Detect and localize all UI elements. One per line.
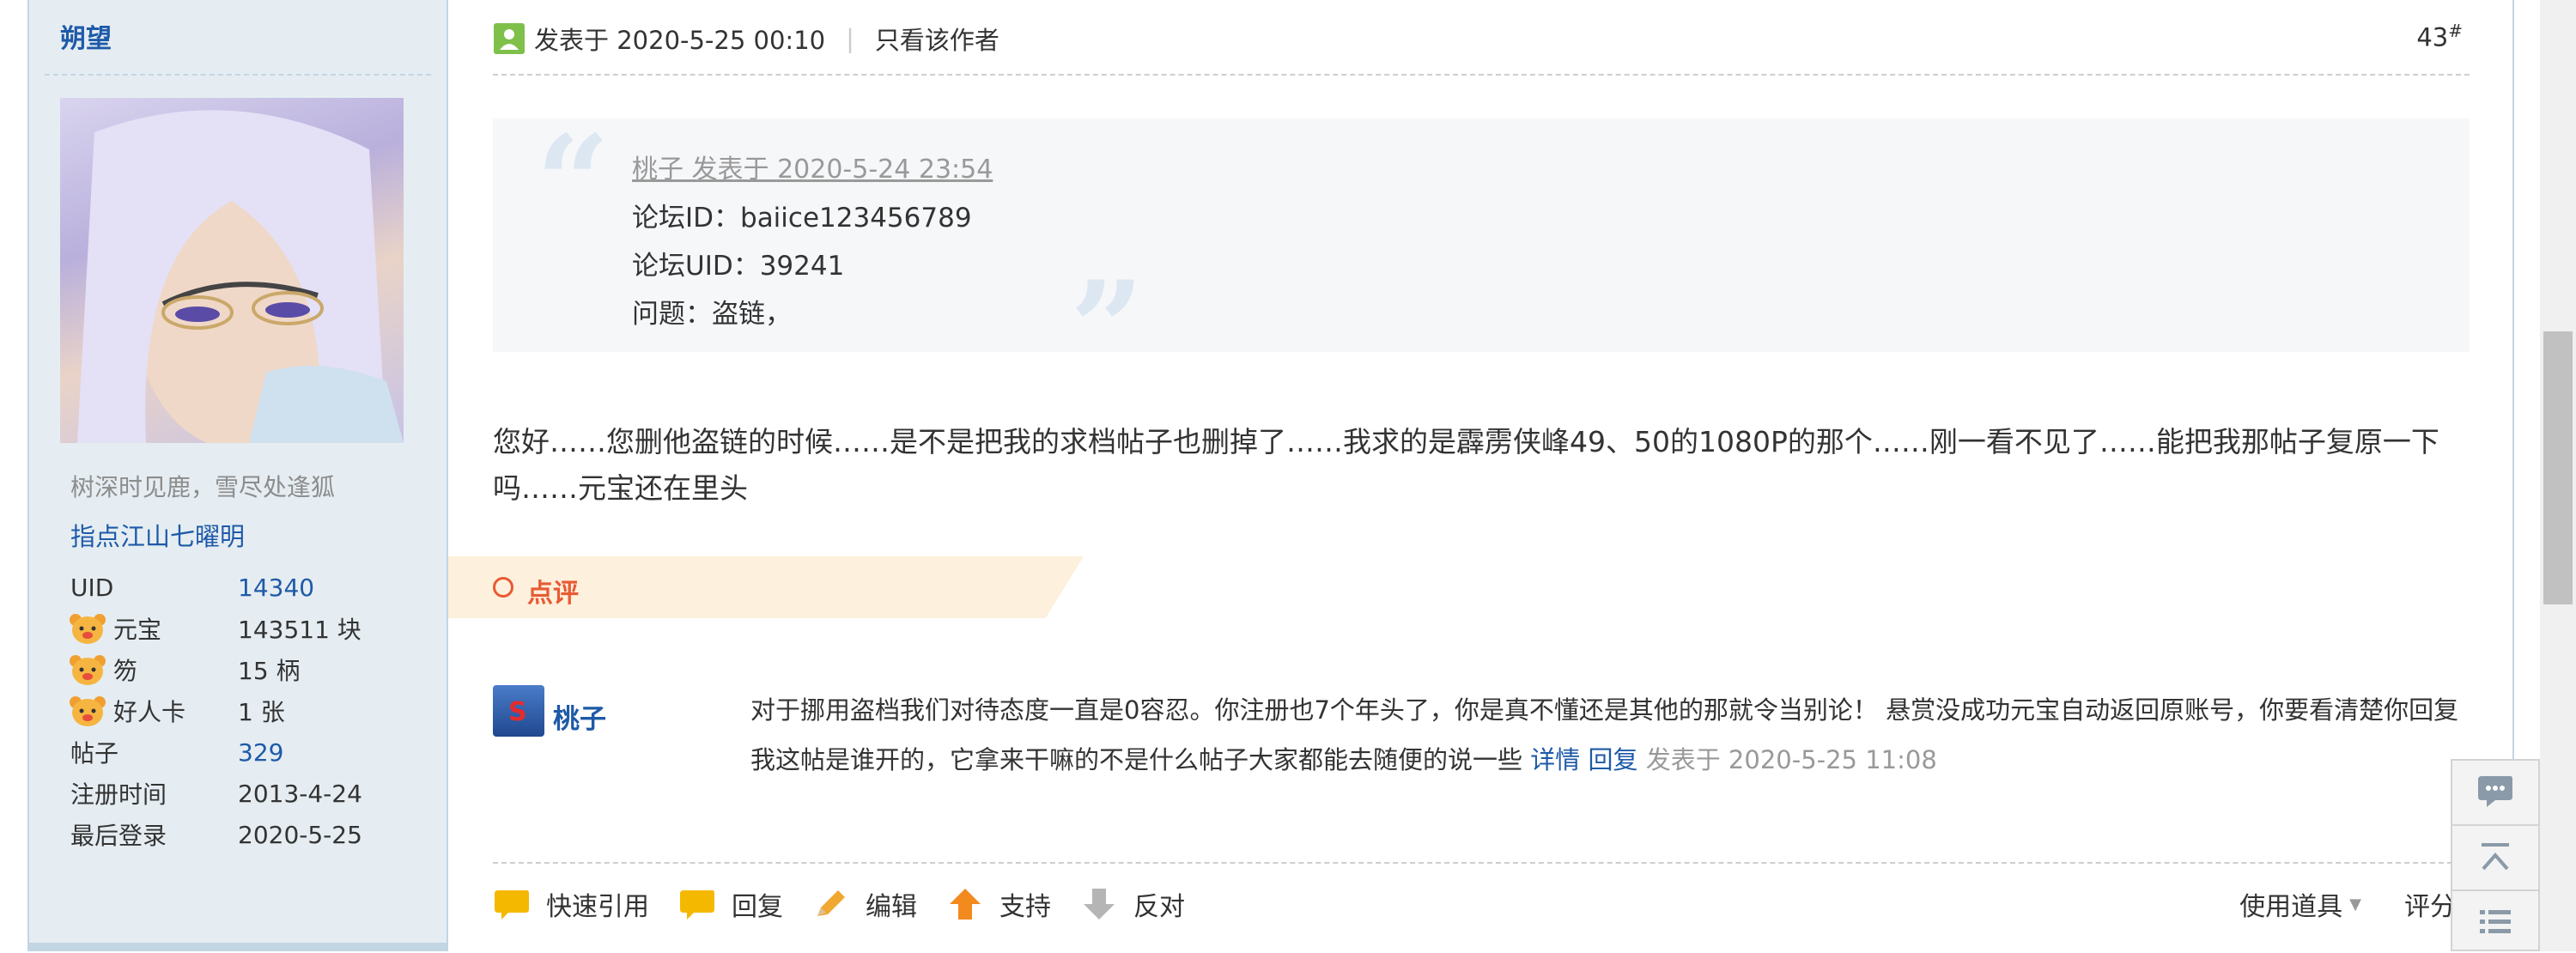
chevron-down-icon: ▼ [2349, 895, 2361, 914]
quote-line: 论坛ID：baiice123456789 [632, 203, 972, 234]
stat-value[interactable]: 14340 [238, 574, 314, 602]
post-body: 您好……您删他盗链的时候……是不是把我的求档帖子也删掉了……我求的是霹雳侠峰49… [493, 425, 2439, 505]
back-to-top-icon [2482, 843, 2509, 871]
bear-coin-icon [70, 696, 106, 726]
quote-line: 问题：盗链， [632, 299, 792, 330]
quote-block: “ ” 桃子 发表于 2020-5-24 23:54 论坛ID：baiice12… [493, 107, 2470, 393]
stat-row: 最后登录 2020-5-25 [70, 814, 431, 855]
reply-label: 回复 [732, 892, 783, 922]
stat-key-label: 元宝 [113, 616, 162, 644]
author-name[interactable]: 朔望 [60, 17, 112, 55]
only-author-link[interactable]: 只看该作者 [875, 21, 999, 57]
stat-value[interactable]: 329 [238, 738, 283, 767]
bear-coin-icon [70, 614, 106, 644]
close-quote-icon: ” [1070, 253, 1145, 404]
footer-divider [493, 862, 2470, 864]
stat-value: 143511 块 [238, 616, 361, 644]
open-quote-icon: “ [536, 107, 611, 258]
author-rank-title[interactable]: 指点江山七曜明 [70, 517, 245, 553]
stat-row: 元宝 143511 块 [70, 608, 431, 649]
stat-value: 2020-5-25 [238, 820, 362, 849]
comment-avatar[interactable] [493, 685, 544, 737]
quote-author-link[interactable]: 桃子 发表于 2020-5-24 23:54 [632, 148, 993, 185]
sidebar-bottom-border [29, 943, 447, 951]
stat-row: UID 14340 [70, 567, 431, 608]
header-divider [493, 74, 2470, 76]
pencil-icon [817, 890, 845, 916]
oppose-label: 反对 [1133, 892, 1185, 922]
post-right-actions: 使用道具 ▼ 评分 [2239, 884, 2456, 924]
rate-button[interactable]: 评分 [2404, 885, 2456, 923]
stat-key-label: 帖子 [70, 739, 119, 768]
back-to-top-button[interactable] [2452, 826, 2538, 888]
use-tools-label: 使用道具 [2239, 892, 2343, 922]
scrollbar-thumb[interactable] [2543, 331, 2573, 604]
reply-button[interactable]: 回复 [678, 885, 783, 923]
bear-coin-icon [70, 655, 106, 685]
author-sidebar: 朔望 树深时见鹿，雪尽处逢狐 指点江山七曜明 UID 14340 元宝 143511 … [27, 0, 448, 951]
stat-key: 笏 [70, 653, 238, 687]
quick-quote-button[interactable]: 快速引用 [493, 885, 649, 923]
avatar[interactable] [60, 98, 404, 443]
comment-username[interactable]: 桃子 [553, 697, 606, 736]
stat-value: 1 张 [238, 698, 285, 726]
stat-value: 2013-4-24 [238, 779, 362, 808]
support-button[interactable]: 支持 [946, 885, 1051, 923]
post-actions: 快速引用 回复 编辑 支持 反对 [493, 884, 1214, 924]
stat-key: 元宝 [70, 611, 238, 646]
page-left-margin [0, 0, 27, 951]
chat-bubble-icon [2478, 776, 2512, 807]
header-separator: | [846, 24, 854, 53]
arrow-up-icon [950, 889, 981, 920]
arrow-down-icon [1084, 889, 1115, 920]
stat-key: UID [70, 574, 238, 602]
speech-bubble-icon [680, 890, 714, 920]
list-icon [2480, 910, 2511, 933]
comment-time: 发表于 2020-5-25 11:08 [1645, 745, 1937, 774]
scrollbar[interactable] [2540, 0, 2576, 951]
stat-key: 注册时间 [70, 776, 238, 810]
quote-line: 论坛UID：39241 [632, 251, 845, 282]
floor-mark: # [2448, 21, 2463, 41]
stat-value: 15 柄 [238, 657, 301, 685]
online-status-icon [494, 23, 525, 54]
stat-key-label: 注册时间 [70, 780, 167, 809]
stat-key: 最后登录 [70, 817, 238, 852]
stat-row: 帖子 329 [70, 731, 431, 773]
comment-item: 对于挪用盗档我们对待态度一直是0容忍。你注册也7个年头了，你是真不懂还是其他的那… [750, 685, 2464, 785]
speech-bubble-icon [495, 890, 529, 920]
use-tools-menu[interactable]: 使用道具 ▼ [2239, 885, 2361, 923]
stat-key: 好人卡 [70, 694, 238, 728]
list-view-button[interactable] [2452, 891, 2538, 953]
post-header: 发表于 2020-5-25 00:10 | 只看该作者 [493, 19, 999, 58]
quick-quote-label: 快速引用 [546, 892, 649, 922]
stat-row: 好人卡 1 张 [70, 690, 431, 731]
comment-detail-link[interactable]: 详情 [1530, 745, 1580, 774]
author-motto: 树深时见鹿，雪尽处逢狐 [70, 473, 336, 501]
comment-circle-icon [493, 577, 513, 598]
comment-header-label: 点评 [527, 579, 579, 609]
comment-reply-link[interactable]: 回复 [1588, 745, 1637, 774]
sidebar-divider [45, 74, 431, 76]
stat-row: 笏 15 柄 [70, 649, 431, 690]
post-floor-number[interactable]: 43# [2416, 21, 2463, 52]
floating-toolbar [2451, 759, 2540, 951]
stat-key: 帖子 [70, 735, 238, 769]
support-label: 支持 [999, 892, 1051, 922]
edit-button[interactable]: 编辑 [812, 885, 917, 923]
post-time: 发表于 2020-5-25 00:10 [534, 26, 826, 55]
stat-key-label: 最后登录 [70, 822, 167, 850]
avatar-image [77, 110, 404, 443]
comment-float-button[interactable] [2452, 761, 2538, 822]
stat-key-label: UID [70, 573, 114, 602]
edit-label: 编辑 [866, 892, 917, 922]
stat-key-label: 好人卡 [113, 698, 186, 726]
floor-number: 43 [2416, 22, 2449, 52]
stat-row: 注册时间 2013-4-24 [70, 773, 431, 814]
stat-key-label: 笏 [113, 657, 138, 685]
oppose-button[interactable]: 反对 [1080, 885, 1185, 923]
author-stats: UID 14340 元宝 143511 块笏 15 柄好人卡 1 张帖子 329 注册时间 20… [70, 567, 431, 855]
